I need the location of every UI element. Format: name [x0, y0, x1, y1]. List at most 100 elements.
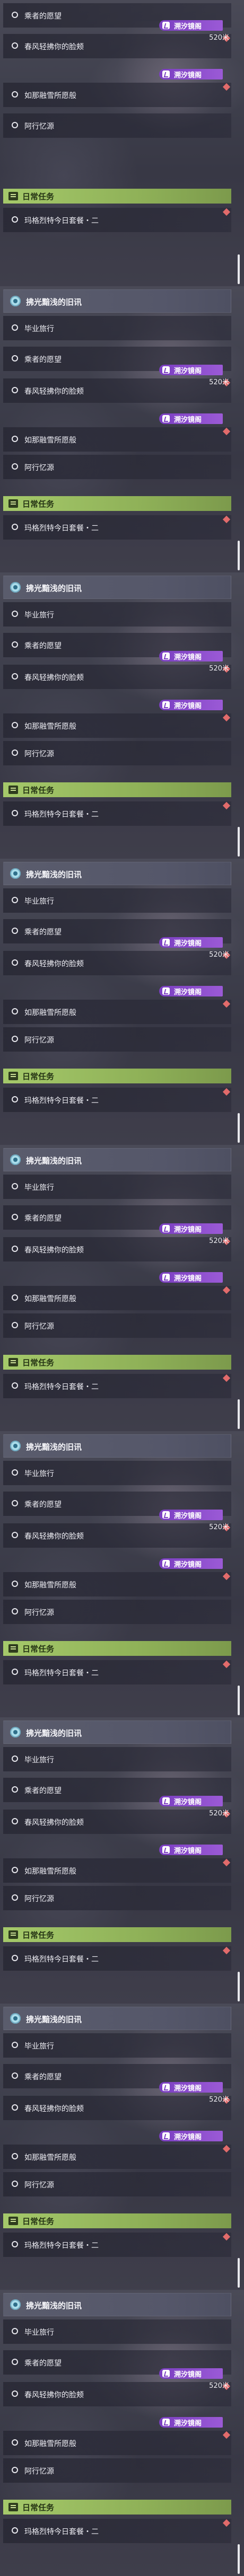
main-quest-header[interactable]: 拂光黯浅的旧讯 [3, 2007, 231, 2030]
scrollbar[interactable] [238, 1972, 240, 2001]
daily-quest-header[interactable]: 日常任务 [3, 496, 231, 511]
quest-objective-item[interactable]: 毕业旅行 [3, 1175, 231, 1199]
scrollbar[interactable] [238, 1686, 240, 1715]
quest-objective-item[interactable]: 阿行忆源 [3, 455, 231, 479]
quest-target-icon [10, 2013, 21, 2024]
quest-objective-item[interactable]: 春风轻拂你的脸颊 [3, 2096, 231, 2120]
quest-objective-item[interactable]: 如那融雪所愿般 [3, 1000, 231, 1024]
daily-objective-item[interactable]: 玛格烈特今日套餐・二 [3, 1374, 231, 1398]
daily-objective-item[interactable]: 玛格烈特今日套餐・二 [3, 801, 231, 826]
location-badge[interactable]: 溯汐镜阁 [159, 413, 223, 424]
quest-objective-item[interactable]: 如那融雪所愿般 [3, 1858, 231, 1883]
quest-objective-item[interactable]: 春风轻拂你的脸颊 [3, 2382, 231, 2406]
main-quest-header[interactable]: 拂光黯浅的旧讯 [3, 576, 231, 599]
location-badge[interactable]: 溯汐镜阁 [159, 20, 223, 31]
location-badge[interactable]: 溯汐镜阁 [159, 69, 223, 80]
location-badge[interactable]: 溯汐镜阁 [159, 1272, 223, 1283]
main-quest-header[interactable]: 拂光黯浅的旧讯 [3, 1434, 231, 1458]
quest-objective-item[interactable]: 春风轻拂你的脸颊 [3, 1523, 231, 1548]
quest-objective-item[interactable]: 毕业旅行 [3, 1747, 231, 1771]
daily-quest-header[interactable]: 日常任务 [3, 1069, 231, 1083]
scrollbar[interactable] [238, 254, 240, 284]
objective-circle-icon [12, 1322, 18, 1328]
quest-objective-item[interactable]: 阿行忆源 [3, 2458, 231, 2483]
quest-objective-item[interactable]: 春风轻拂你的脸颊 [3, 378, 231, 403]
main-quest-header[interactable]: 拂光黯浅的旧讯 [3, 1721, 231, 1744]
location-badge[interactable]: 溯汐镜阁 [159, 2368, 223, 2379]
scrollbar[interactable] [238, 2544, 240, 2574]
quest-objective-item[interactable]: 春风轻拂你的脸颊 [3, 1810, 231, 1834]
quest-objective-item[interactable]: 阿行忆源 [3, 1886, 231, 1910]
objective-marker-icon [222, 2145, 231, 2153]
quest-objective-item[interactable]: 毕业旅行 [3, 602, 231, 627]
quest-objective-item[interactable]: 阿行忆源 [3, 1027, 231, 1052]
location-badge[interactable]: 溯汐镜阁 [159, 2417, 223, 2428]
quest-objective-item[interactable]: 春风轻拂你的脸颊 [3, 1237, 231, 1261]
quest-objective-item[interactable]: 毕业旅行 [3, 2033, 231, 2058]
daily-objective-item[interactable]: 玛格烈特今日套餐・二 [3, 2233, 231, 2257]
quest-objective-item[interactable]: 阿行忆源 [3, 2172, 231, 2196]
quest-objective-item[interactable]: 毕业旅行 [3, 316, 231, 340]
quest-objective-item[interactable]: 毕业旅行 [3, 2319, 231, 2344]
daily-objective-item[interactable]: 玛格烈特今日套餐・二 [3, 208, 231, 232]
quest-objective-item[interactable]: 阿行忆源 [3, 1313, 231, 1338]
daily-quest-header[interactable]: 日常任务 [3, 1927, 231, 1942]
quest-objective-item[interactable]: 如那融雪所愿般 [3, 83, 231, 107]
main-quest-header[interactable]: 拂光黯浅的旧讯 [3, 862, 231, 885]
scrollbar[interactable] [238, 541, 240, 570]
location-badge[interactable]: 溯汐镜阁 [159, 2082, 223, 2093]
daily-quest-header[interactable]: 日常任务 [3, 1641, 231, 1656]
daily-quest-header[interactable]: 日常任务 [3, 2213, 231, 2228]
daily-objective-item[interactable]: 玛格烈特今日套餐・二 [3, 2519, 231, 2543]
location-badge[interactable]: 溯汐镜阁 [159, 1558, 223, 1569]
scrollbar[interactable] [238, 2258, 240, 2288]
quest-objective-item[interactable]: 春风轻拂你的脸颊 [3, 951, 231, 975]
daily-quest-header[interactable]: 日常任务 [3, 2500, 231, 2515]
location-badge[interactable]: 溯汐镜阁 [159, 700, 223, 710]
quest-objective-item[interactable]: 如那融雪所愿般 [3, 2145, 231, 2169]
quest-tracker-panel: 拂光黯浅的旧讯 毕业旅行 乘者的愿望 春风轻拂你的脸颊 溯汐镜阁 520米 如那… [0, 572, 244, 859]
quest-objective-item[interactable]: 毕业旅行 [3, 1461, 231, 1485]
daily-quest-header[interactable]: 日常任务 [3, 1355, 231, 1370]
quest-objective-item[interactable]: 如那融雪所愿般 [3, 1572, 231, 1596]
daily-quest-title: 日常任务 [22, 2503, 55, 2512]
quest-objective-item[interactable]: 如那融雪所愿般 [3, 1286, 231, 1310]
map-pin-icon [162, 2132, 170, 2140]
quest-objective-item[interactable]: 如那融雪所愿般 [3, 2431, 231, 2455]
location-badge-label: 溯汐镜阁 [174, 940, 202, 948]
scrollbar[interactable] [238, 1399, 240, 1429]
location-badge[interactable]: 溯汐镜阁 [159, 2131, 223, 2141]
location-badge[interactable]: 溯汐镜阁 [159, 1510, 223, 1520]
location-badge-label: 溯汐镜阁 [174, 1561, 202, 1569]
main-quest-header[interactable]: 拂光黯浅的旧讯 [3, 289, 231, 313]
location-badge[interactable]: 溯汐镜阁 [159, 1796, 223, 1806]
location-badge[interactable]: 溯汐镜阁 [159, 651, 223, 661]
daily-objective-item[interactable]: 玛格烈特今日套餐・二 [3, 1088, 231, 1112]
location-badge[interactable]: 溯汐镜阁 [159, 986, 223, 996]
daily-objective-item[interactable]: 玛格烈特今日套餐・二 [3, 1946, 231, 1971]
daily-task-icon [8, 1930, 18, 1939]
quest-objective-item[interactable]: 春风轻拂你的脸颊 [3, 34, 231, 58]
quest-objective-item[interactable]: 如那融雪所愿般 [3, 427, 231, 452]
scrollbar[interactable] [238, 827, 240, 857]
daily-objective-label: 玛格烈特今日套餐・二 [24, 1669, 99, 1678]
main-quest-header[interactable]: 拂光黯浅的旧讯 [3, 1148, 231, 1171]
location-badge[interactable]: 溯汐镜阁 [159, 1223, 223, 1234]
map-pin-icon [162, 2419, 170, 2426]
daily-quest-header[interactable]: 日常任务 [3, 189, 231, 204]
quest-objective-item[interactable]: 毕业旅行 [3, 888, 231, 913]
scrollbar[interactable] [238, 1113, 240, 1143]
quest-objective-item[interactable]: 春风轻拂你的脸颊 [3, 665, 231, 689]
location-badge[interactable]: 溯汐镜阁 [159, 937, 223, 948]
main-quest-header[interactable]: 拂光黯浅的旧讯 [3, 2293, 231, 2316]
quest-objective-item[interactable]: 如那融雪所愿般 [3, 713, 231, 738]
location-badge[interactable]: 溯汐镜阁 [159, 1845, 223, 1855]
quest-objective-item[interactable]: 阿行忆源 [3, 741, 231, 765]
quest-objective-item[interactable]: 阿行忆源 [3, 113, 231, 138]
objective-marker-icon [222, 1088, 231, 1096]
daily-quest-header[interactable]: 日常任务 [3, 782, 231, 797]
location-badge[interactable]: 溯汐镜阁 [159, 365, 223, 375]
daily-objective-item[interactable]: 玛格烈特今日套餐・二 [3, 515, 231, 540]
daily-objective-item[interactable]: 玛格烈特今日套餐・二 [3, 1660, 231, 1684]
quest-objective-item[interactable]: 阿行忆源 [3, 1600, 231, 1624]
